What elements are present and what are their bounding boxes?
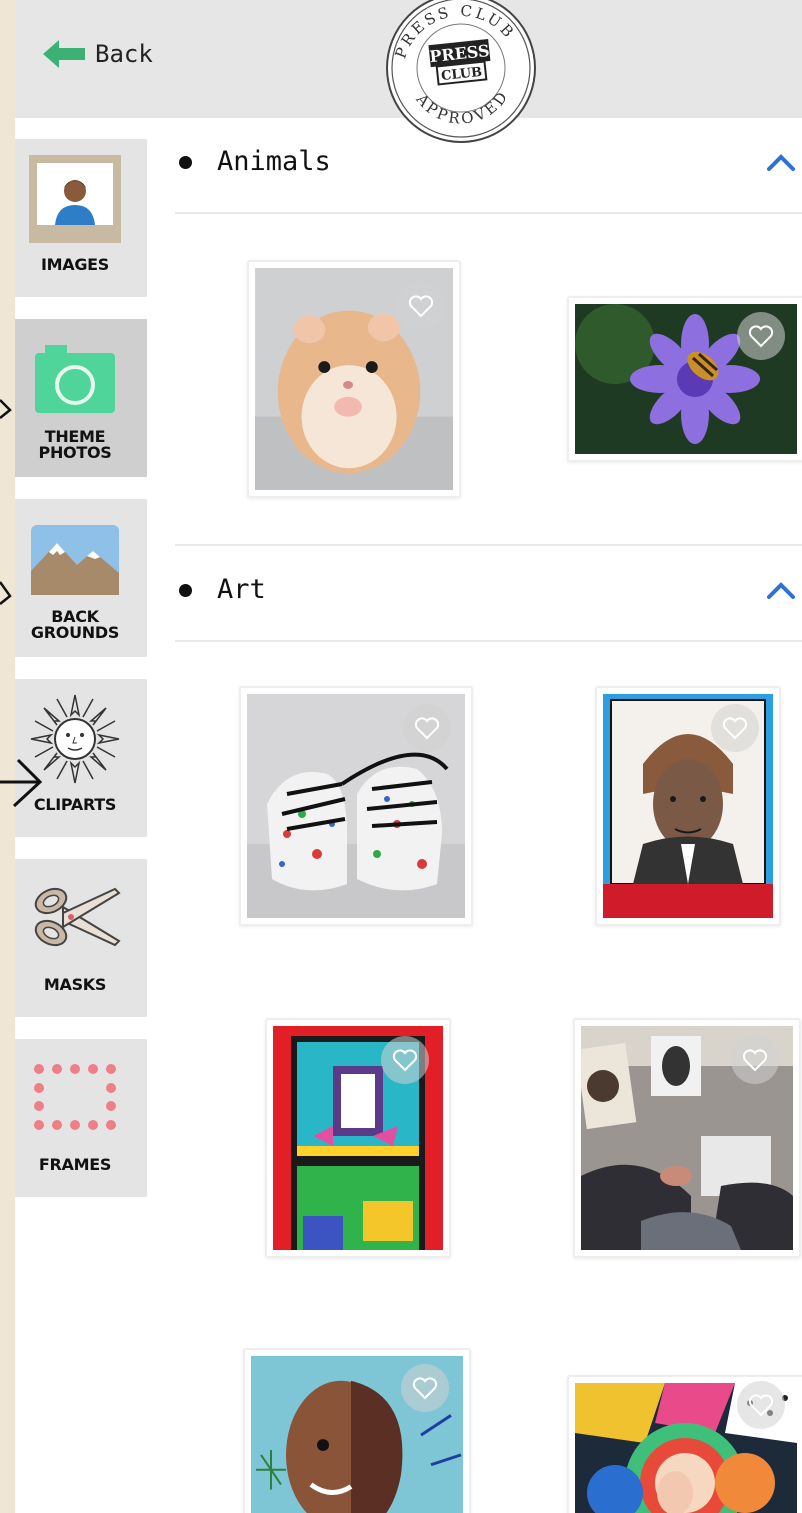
heart-icon (722, 717, 748, 740)
favorite-button[interactable] (381, 1036, 429, 1084)
sidebar-item-backgrounds[interactable]: BACK GROUNDS (15, 499, 147, 657)
sidebar-label-backgrounds: BACK GROUNDS (30, 607, 120, 642)
back-button[interactable]: Back (41, 34, 153, 74)
chevron-up-icon[interactable] (766, 580, 796, 600)
photo-hamster[interactable] (247, 260, 461, 498)
heart-icon (742, 1049, 768, 1072)
camera-icon (35, 345, 115, 413)
sidebar-label-images: IMAGES (40, 255, 110, 274)
photo-half-face-portrait[interactable] (243, 1348, 471, 1513)
heart-icon (748, 325, 774, 348)
favorite-button[interactable] (731, 1036, 779, 1084)
favorite-button[interactable] (397, 282, 445, 330)
photo-painted-shoes[interactable] (239, 686, 473, 926)
heart-icon (414, 717, 440, 740)
heart-icon (412, 1377, 438, 1400)
sidebar-item-theme-photos[interactable]: THEME PHOTOS (15, 319, 147, 477)
sidebar-item-masks[interactable]: MASKS (15, 859, 147, 1017)
sidebar: IMAGES THEME PHOTOS BACK GROUNDS CLIPART… (15, 139, 147, 1219)
sidebar-label-masks: MASKS (43, 975, 107, 994)
heart-icon (748, 1394, 774, 1417)
mountain-icon (31, 525, 119, 595)
favorite-button[interactable] (711, 704, 759, 752)
back-arrow-icon (43, 40, 85, 68)
photo-cutting-activity[interactable] (573, 1018, 801, 1258)
favorite-button[interactable] (737, 312, 785, 360)
hand-drawn-arrow-icon (0, 758, 43, 808)
favorite-button[interactable] (401, 1364, 449, 1412)
hand-drawn-arrow-icon (0, 399, 12, 419)
heart-icon (392, 1049, 418, 1072)
scissors-icon (34, 887, 121, 947)
sidebar-label-frames: FRAMES (38, 1155, 112, 1174)
sidebar-item-images[interactable]: IMAGES (15, 139, 147, 297)
photo-paper-collage[interactable] (265, 1018, 451, 1258)
sidebar-label-theme-photos: THEME PHOTOS (38, 427, 112, 462)
sidebar-item-frames[interactable]: FRAMES (15, 1039, 147, 1197)
hand-drawn-arrow-icon (0, 581, 12, 605)
section-header-animals[interactable]: Animals (175, 118, 802, 214)
app-frame: Back PRESS CLUB APPROVED PRESS CLUB IMAG… (15, 0, 802, 1513)
section-title-animals: Animals (179, 146, 331, 177)
portrait-icon (29, 155, 121, 243)
chevron-up-icon[interactable] (766, 152, 796, 172)
frame-icon (34, 1064, 116, 1130)
section-header-art[interactable]: Art (175, 546, 802, 642)
favorite-button[interactable] (737, 1381, 785, 1429)
back-label: Back (95, 40, 153, 68)
photo-pop-art-collage[interactable] (567, 1375, 802, 1513)
photo-bee-flower[interactable] (567, 296, 802, 462)
favorite-button[interactable] (403, 704, 451, 752)
heart-icon (408, 295, 434, 318)
section-title-art: Art (179, 574, 266, 605)
photo-student-portrait[interactable] (595, 686, 781, 926)
